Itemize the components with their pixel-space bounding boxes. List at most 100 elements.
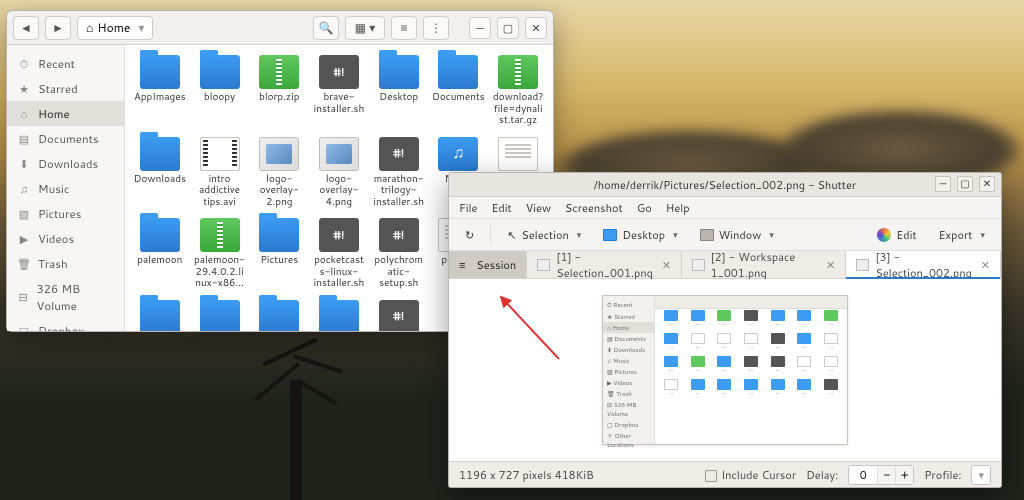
file-item[interactable]: Documents xyxy=(430,53,488,129)
shutter-title: /home/derrik/Pictures/Selection_002.png … xyxy=(594,177,856,193)
delay-stepper[interactable]: − + xyxy=(848,465,914,485)
tab-screenshot[interactable]: [2] - Workspace 1_001.png✕ xyxy=(682,251,846,278)
file-label: Documents xyxy=(432,92,485,104)
sidebar-icon: ★ xyxy=(17,81,31,97)
sidebar-item-dropbox[interactable]: ▢Dropbox xyxy=(7,318,124,331)
file-item[interactable]: #!tomate xyxy=(370,298,428,332)
profile-label: Profile: xyxy=(924,467,961,483)
sidebar-icon: ▤ xyxy=(17,131,31,147)
sidebar-item-label: Dropbox xyxy=(38,322,84,331)
color-wheel-icon xyxy=(877,228,891,242)
file-label: Downloads xyxy=(134,174,186,186)
file-item[interactable]: palemoon xyxy=(131,216,189,292)
file-item[interactable]: #!marathon-trilogy-installer.sh xyxy=(370,135,428,211)
delay-input[interactable] xyxy=(849,467,877,483)
file-item[interactable]: logo-overlay-4.png xyxy=(310,135,368,211)
tab-close-icon[interactable]: ✕ xyxy=(662,257,671,273)
export-button[interactable]: Export xyxy=(933,224,991,246)
file-item[interactable]: snap xyxy=(131,298,189,332)
sidebar-item-starred[interactable]: ★Starred xyxy=(7,76,124,101)
menu-view[interactable]: View xyxy=(526,200,551,216)
sidebar-item-recent[interactable]: ⏱ Recent xyxy=(7,51,124,76)
file-item[interactable]: #!pocketcasts-linux-installer.sh xyxy=(310,216,368,292)
sidebar-item-home[interactable]: ⌂Home xyxy=(7,101,124,126)
tab-close-icon[interactable]: ✕ xyxy=(981,257,990,273)
tab-close-icon[interactable]: ✕ xyxy=(826,257,835,273)
window-minimize-button[interactable]: — xyxy=(935,176,951,192)
redo-button[interactable]: ↻ xyxy=(459,224,480,246)
sidebar-icon: ⏱ xyxy=(17,56,31,72)
tab-screenshot[interactable]: [1] - Selection_001.png✕ xyxy=(527,251,682,278)
file-item[interactable]: bloopy xyxy=(191,53,249,129)
nav-forward-button[interactable]: ► xyxy=(45,16,71,40)
profile-dropdown[interactable]: ▾ xyxy=(971,465,991,485)
sidebar-item-pictures[interactable]: ▧Pictures xyxy=(7,201,124,226)
screenshot-thumbnail[interactable]: ⏱ Recent★ Starred⌂ Home ▤ Documents⬇ Dow… xyxy=(602,295,848,445)
file-item[interactable]: logo-overlay-2.png xyxy=(250,135,308,211)
breadcrumb[interactable]: ⌂ Home ▾ xyxy=(77,16,153,40)
sidebar-item-label: Downloads xyxy=(38,155,98,172)
menu-file[interactable]: File xyxy=(459,200,477,216)
nav-back-button[interactable]: ◄ xyxy=(13,16,39,40)
selection-capture-button[interactable]: ↖ Selection xyxy=(501,224,587,246)
file-item[interactable]: #!brave-installer.sh xyxy=(310,53,368,129)
file-item[interactable]: intro addictive tips.avi xyxy=(191,135,249,211)
view-mode-button[interactable]: ▦ ▾ xyxy=(345,16,385,40)
file-label: AppImages xyxy=(134,92,186,104)
file-item[interactable]: Downloads xyxy=(131,135,189,211)
shutter-tabbar: Session[1] - Selection_001.png✕[2] - Wor… xyxy=(449,251,1001,279)
hamburger-menu-button[interactable]: ≡ xyxy=(391,16,417,40)
window-capture-button[interactable]: Window xyxy=(694,224,780,246)
delay-decrement-button[interactable]: − xyxy=(877,466,895,484)
sidebar-item-downloads[interactable]: ⬇ Downloads xyxy=(7,151,124,176)
menu-help[interactable]: Help xyxy=(666,200,690,216)
menu-edit[interactable]: Edit xyxy=(491,200,511,216)
file-item[interactable]: blorp.zip xyxy=(250,53,308,129)
file-item[interactable]: palemoon-29.4.0.2.linux-x86… xyxy=(191,216,249,292)
sidebar-item-music[interactable]: ♫Music xyxy=(7,176,124,201)
sidebar-item-documents[interactable]: ▤Documents xyxy=(7,126,124,151)
annotation-arrow xyxy=(489,289,569,369)
window-close-button[interactable]: ✕ xyxy=(979,176,995,192)
file-label: logo-overlay-2.png xyxy=(252,174,306,209)
sidebar-item-326-mb-volume[interactable]: ⊟326 MB Volume xyxy=(7,276,124,318)
window-close-button[interactable]: ✕ xyxy=(525,17,547,39)
file-item[interactable]: Pictures xyxy=(250,216,308,292)
edit-button[interactable]: Edit xyxy=(871,224,922,246)
sidebar-icon: ⊟ xyxy=(17,289,29,305)
sidebar-item-trash[interactable]: 🗑Trash xyxy=(7,251,124,276)
search-button[interactable]: 🔍 xyxy=(313,16,339,40)
file-label: blorp.zip xyxy=(259,92,299,104)
shutter-preview-area: ⏱ Recent★ Starred⌂ Home ▤ Documents⬇ Dow… xyxy=(449,279,1001,461)
sidebar-item-label: Recent xyxy=(38,55,75,72)
window-minimize-button[interactable]: — xyxy=(469,17,491,39)
file-item[interactable]: AppImages xyxy=(131,53,189,129)
file-label: palemoon-29.4.0.2.linux-x86… xyxy=(193,255,247,290)
wallpaper-tree xyxy=(230,320,370,500)
kebab-menu-button[interactable]: ⋮ xyxy=(423,16,449,40)
sidebar-item-videos[interactable]: ▶Videos xyxy=(7,226,124,251)
file-item[interactable]: #!polychromatic-setup.sh xyxy=(370,216,428,292)
menu-screenshot[interactable]: Screenshot xyxy=(565,200,623,216)
tab-session[interactable]: Session xyxy=(449,251,527,278)
file-item[interactable]: Templates xyxy=(250,298,308,332)
file-label: Pictures xyxy=(260,255,298,267)
delay-increment-button[interactable]: + xyxy=(895,466,913,484)
window-maximize-button[interactable]: ▢ xyxy=(497,17,519,39)
window-maximize-button[interactable]: ▢ xyxy=(957,176,973,192)
file-label: download?file=dynalist.tar.gz xyxy=(491,92,545,127)
file-label: brave-installer.sh xyxy=(312,92,366,115)
file-label: marathon-trilogy-installer.sh xyxy=(372,174,426,209)
window-icon xyxy=(700,229,714,241)
menu-go[interactable]: Go xyxy=(637,200,652,216)
file-item[interactable]: Desktop xyxy=(370,53,428,129)
include-cursor-checkbox[interactable]: Include Cursor xyxy=(705,467,796,483)
desktop-capture-button[interactable]: Desktop xyxy=(597,224,683,246)
file-item[interactable]: Storage xyxy=(191,298,249,332)
sidebar-item-label: Home xyxy=(38,105,70,122)
tab-screenshot[interactable]: [3] - Selection_002.png ✕ xyxy=(846,251,1001,278)
file-item[interactable]: test xyxy=(310,298,368,332)
file-item[interactable]: download?file=dynalist.tar.gz xyxy=(489,53,547,129)
tab-label: [3] - Selection_002.png xyxy=(875,249,974,281)
sidebar-icon: ⬇ xyxy=(17,156,31,172)
